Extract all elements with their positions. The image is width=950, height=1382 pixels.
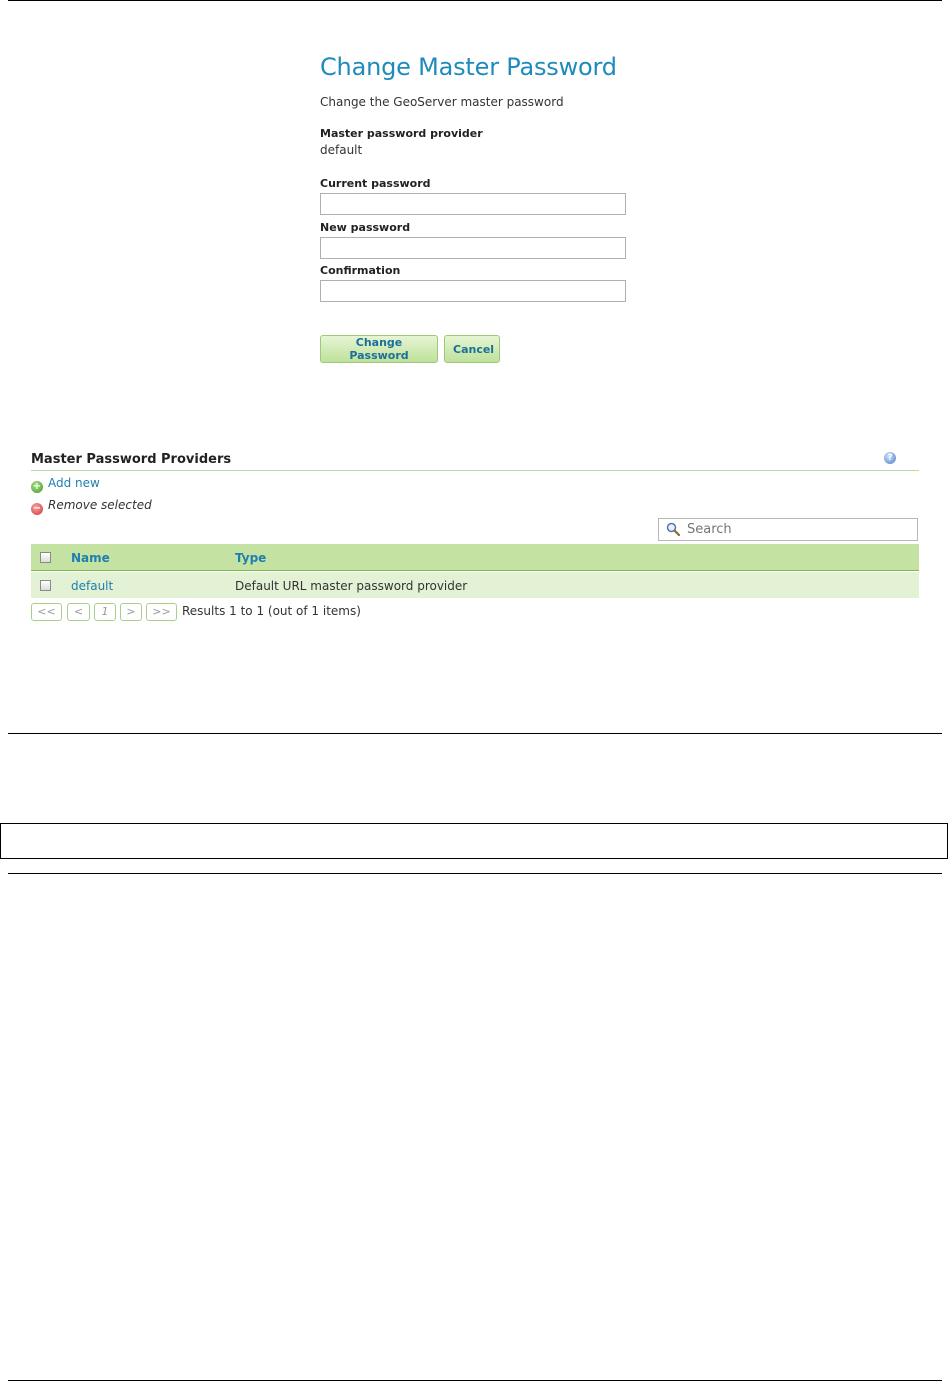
table-header: Name Type <box>31 544 919 571</box>
section-divider <box>31 470 919 471</box>
top-rule <box>8 0 942 1</box>
pager-first-button[interactable]: << <box>31 603 62 621</box>
column-header-name[interactable]: Name <box>71 551 110 565</box>
page-title: Change Master Password <box>320 53 617 81</box>
add-new-link[interactable]: + Add new <box>31 476 100 493</box>
change-password-button[interactable]: Change Password <box>320 335 438 363</box>
section-rule-2 <box>8 873 942 874</box>
add-new-label: Add new <box>48 476 100 490</box>
column-header-type[interactable]: Type <box>235 551 266 565</box>
current-password-input[interactable] <box>320 193 626 215</box>
new-password-input[interactable] <box>320 237 626 259</box>
pager-next-button[interactable]: > <box>120 603 142 621</box>
provider-value: default <box>320 143 363 157</box>
pager-results-text: Results 1 to 1 (out of 1 items) <box>182 604 361 618</box>
remove-selected-link[interactable]: − Remove selected <box>31 498 152 515</box>
add-icon: + <box>31 481 43 493</box>
pager-prev-button[interactable]: < <box>67 603 90 621</box>
help-icon[interactable]: ? <box>884 452 896 464</box>
table-row: default Default URL master password prov… <box>31 572 919 598</box>
confirmation-input[interactable] <box>320 280 626 302</box>
bottom-rule <box>8 1380 942 1381</box>
pager-last-button[interactable]: >> <box>146 603 177 621</box>
provider-name-link[interactable]: default <box>71 579 113 593</box>
provider-label: Master password provider <box>320 127 483 140</box>
change-master-password-form: Change Master Password Change the GeoSer… <box>320 52 640 363</box>
new-password-label: New password <box>320 221 411 234</box>
select-all-checkbox[interactable] <box>40 552 51 563</box>
remove-icon: − <box>31 503 43 515</box>
provider-type: Default URL master password provider <box>235 579 468 593</box>
search-box[interactable] <box>658 518 918 541</box>
search-input[interactable] <box>685 521 914 538</box>
current-password-label: Current password <box>320 177 431 190</box>
confirmation-label: Confirmation <box>320 264 401 277</box>
search-icon <box>666 522 680 536</box>
row-checkbox[interactable] <box>40 580 51 591</box>
pager-page-button[interactable]: 1 <box>94 603 116 621</box>
section-title: Master Password Providers <box>31 452 232 467</box>
empty-box <box>0 823 948 859</box>
section-rule-1 <box>8 733 942 734</box>
remove-selected-label: Remove selected <box>48 498 152 512</box>
page-subtitle: Change the GeoServer master password <box>320 95 564 109</box>
cancel-button[interactable]: Cancel <box>444 335 500 363</box>
master-password-providers-section: Master Password Providers ? + Add new − Re… <box>31 452 919 621</box>
